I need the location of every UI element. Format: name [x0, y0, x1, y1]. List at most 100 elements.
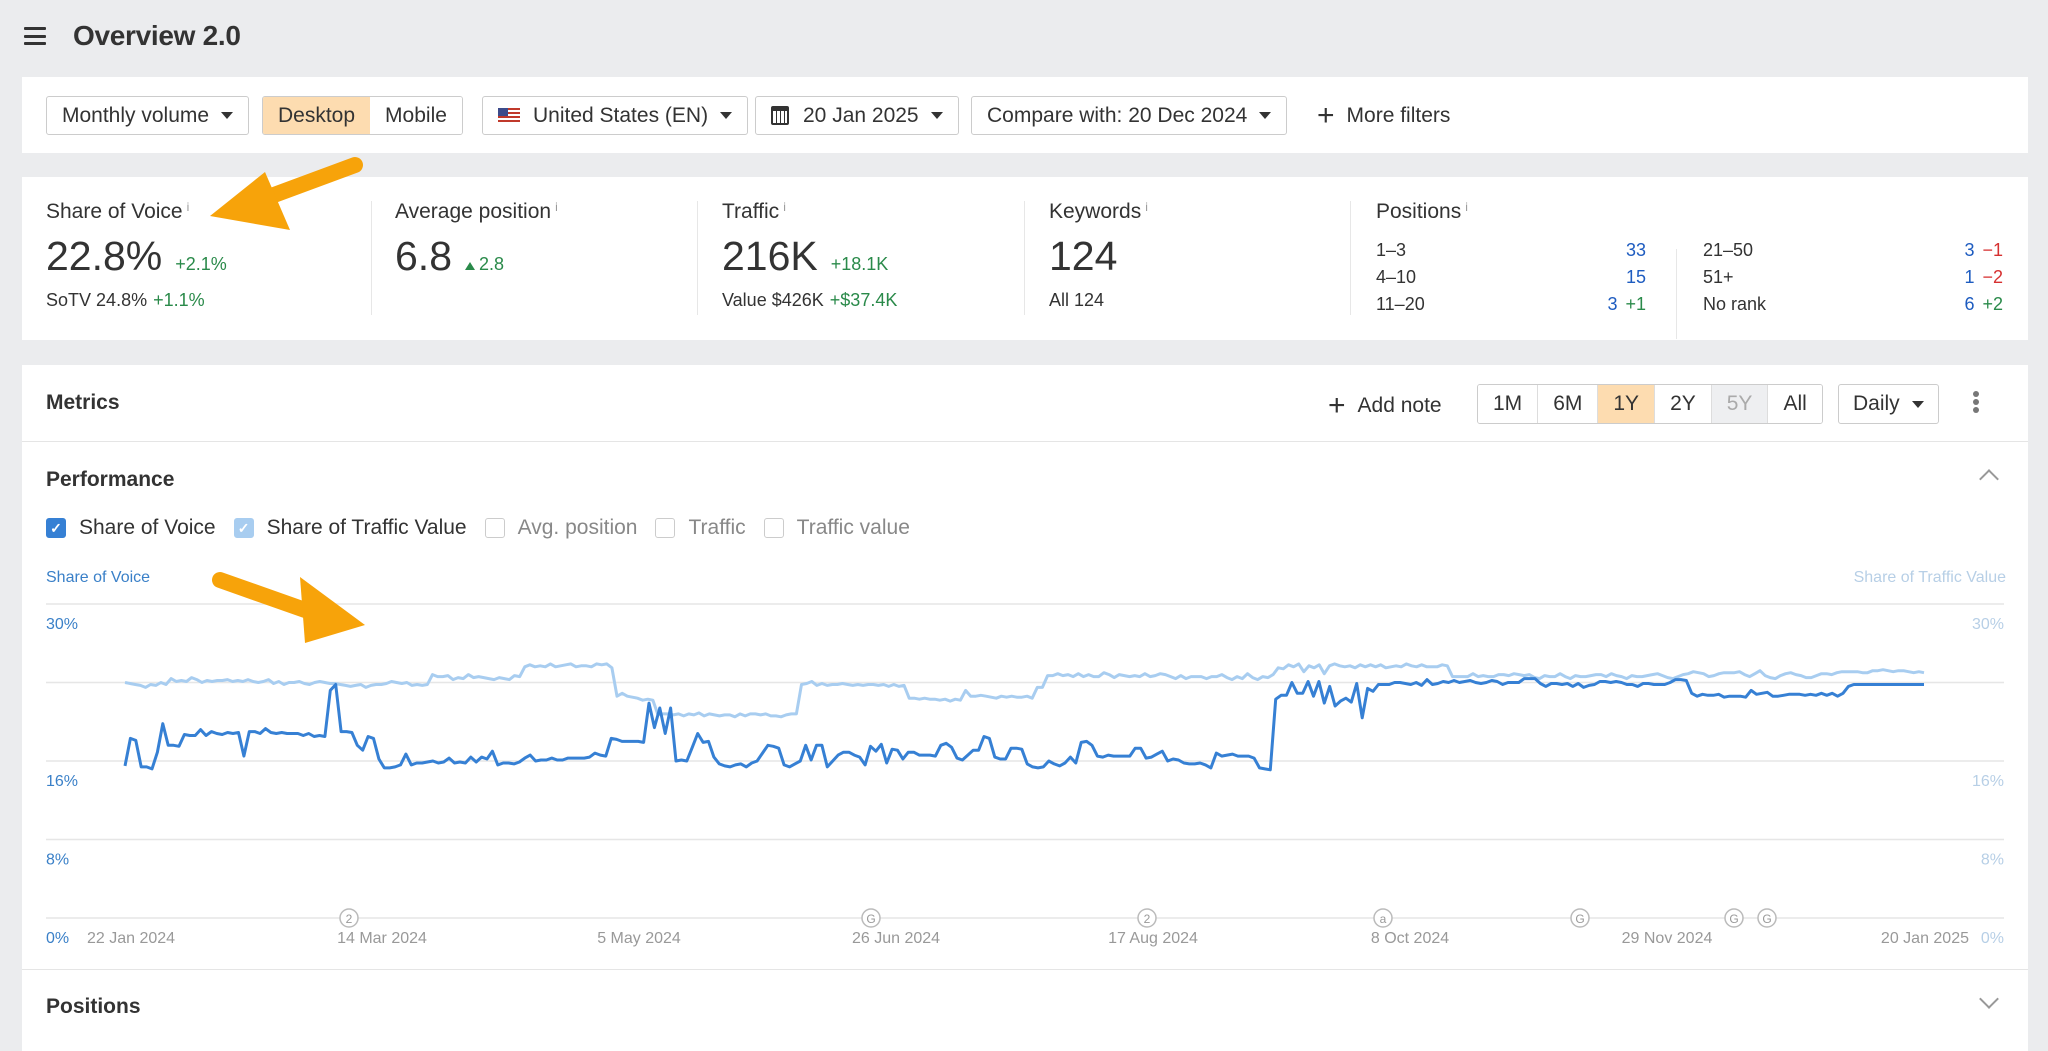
y-tick-label-left: 0%: [46, 930, 69, 947]
kpi-average-position: Average position i 6.8 2.8: [395, 200, 558, 280]
position-row: 1–3 33: [1376, 237, 1646, 264]
x-tick-label: 14 Mar 2024: [337, 930, 427, 947]
position-count[interactable]: 33: [1626, 240, 1646, 261]
positions-right-column: 21–50 3 −1 51+ 1 −2 No rank 6 +2: [1703, 237, 2003, 318]
kpi-value: 6.8: [395, 233, 452, 279]
caret-down-icon: [930, 112, 943, 119]
triangle-up-icon: [465, 262, 475, 270]
x-tick-label: 17 Aug 2024: [1108, 930, 1198, 947]
position-delta: +1: [1625, 294, 1646, 314]
kpi-sub-label: SoTV: [46, 290, 92, 310]
position-count[interactable]: 6: [1964, 294, 1974, 315]
divider: [1676, 249, 1677, 339]
position-count[interactable]: 3: [1607, 294, 1617, 315]
y-tick-label-right: 16%: [1972, 773, 2004, 790]
more-filters-button[interactable]: + More filters: [1317, 96, 1450, 135]
kpi-delta: +18.1K: [830, 254, 889, 274]
position-range: 1–3: [1376, 240, 1407, 260]
compare-label: Compare with: 20 Dec 2024: [987, 103, 1248, 127]
kpi-sub-delta: +1.1%: [153, 290, 205, 310]
annotation-marker-label: a: [1380, 912, 1387, 926]
annotation-marker-label: G: [1762, 912, 1771, 926]
position-row: 51+ 1 −2: [1703, 264, 2003, 291]
caret-down-icon: [221, 112, 234, 119]
kpi-traffic: Traffic i 216K +18.1K Value $426K +$37.4K: [722, 200, 897, 311]
y-tick-label-right: 0%: [1981, 930, 2004, 947]
filter-bar: Monthly volume Desktop Mobile United Sta…: [22, 77, 2028, 153]
info-icon[interactable]: i: [187, 200, 190, 214]
y-tick-label-right: 30%: [1972, 616, 2004, 633]
x-tick-label: 20 Jan 2025: [1881, 930, 1969, 947]
info-icon[interactable]: i: [1465, 200, 1468, 214]
caret-down-icon: [720, 112, 733, 119]
annotation-marker-label: 2: [1144, 912, 1151, 926]
top-bar: Overview 2.0: [0, 0, 2048, 74]
kpi-sub-label: All: [1049, 290, 1070, 310]
kpi-value: 216K: [722, 233, 818, 279]
kpi-delta: 2.8: [465, 254, 504, 275]
volume-label: Monthly volume: [62, 103, 210, 127]
annotation-marker-label: G: [866, 912, 875, 926]
position-range: 11–20: [1376, 294, 1425, 314]
divider: [697, 201, 698, 315]
position-count[interactable]: 15: [1626, 267, 1646, 288]
series-line-share-of-voice: [123, 677, 1924, 772]
kpi-sub-value: 24.8%: [96, 290, 148, 310]
plus-icon: +: [1317, 98, 1335, 132]
date-label: 20 Jan 2025: [803, 103, 919, 127]
kpi-panel: Share of Voice i 22.8% +2.1% SoTV 24.8% +1.…: [22, 177, 2028, 340]
position-range: 21–50: [1703, 240, 1754, 260]
info-icon[interactable]: i: [555, 200, 558, 214]
more-filters-label: More filters: [1346, 103, 1451, 127]
kpi-title: Keywords: [1049, 200, 1142, 223]
positions-left-column: 1–3 33 4–10 15 11–20 3 +1: [1376, 237, 1646, 318]
country-label: United States (EN): [533, 103, 709, 127]
annotation-marker-label: 2: [346, 912, 353, 926]
kpi-title: Average position: [395, 200, 552, 223]
kpi-title: Traffic: [722, 200, 780, 223]
kpi-value: 124: [1049, 233, 1118, 279]
kpi-keywords: Keywords i 124 All 124: [1049, 200, 1148, 311]
annotation-marker-label: G: [1729, 912, 1738, 926]
position-count[interactable]: 3: [1964, 240, 1974, 261]
info-icon[interactable]: i: [1145, 200, 1148, 214]
x-tick-label: 22 Jan 2024: [87, 930, 175, 947]
performance-chart: 0% 8% 8% 16% 16% 30% 30% 0% 22 Jan 2024 14 Mar 20…: [46, 603, 2004, 947]
compare-dropdown[interactable]: Compare with: 20 Dec 2024: [971, 96, 1288, 135]
position-delta: −2: [1982, 267, 2003, 287]
position-count[interactable]: 1: [1964, 267, 1974, 288]
info-icon[interactable]: i: [783, 200, 786, 214]
caret-down-icon: [1259, 112, 1272, 119]
kpi-title: Positions: [1376, 200, 1462, 223]
hamburger-icon[interactable]: [24, 27, 46, 45]
kpi-sub-delta: +$37.4K: [829, 290, 898, 310]
page-title: Overview 2.0: [73, 20, 241, 51]
country-dropdown[interactable]: United States (EN): [482, 96, 749, 135]
kpi-sub-value: $426K: [771, 290, 824, 310]
calendar-icon: [771, 106, 789, 125]
x-tick-label: 5 May 2024: [597, 930, 681, 947]
position-delta: −1: [1982, 240, 2003, 260]
divider: [22, 969, 2028, 970]
positions-section-title: Positions: [46, 995, 141, 1018]
divider: [371, 201, 372, 315]
position-range: No rank: [1703, 294, 1767, 314]
date-dropdown[interactable]: 20 Jan 2025: [755, 96, 959, 135]
device-desktop-button[interactable]: Desktop: [263, 97, 371, 134]
divider: [1350, 201, 1351, 315]
position-range: 51+: [1703, 267, 1734, 287]
us-flag-icon: [498, 108, 520, 123]
volume-dropdown[interactable]: Monthly volume: [46, 96, 250, 135]
metrics-panel: Metrics + Add note 1M 6M 1Y 2Y 5Y All Da…: [22, 365, 2028, 1051]
y-tick-label-left: 8%: [46, 852, 69, 869]
y-tick-label-left: 30%: [46, 616, 78, 633]
position-row: 4–10 15: [1376, 264, 1646, 291]
x-tick-label: 26 Jun 2024: [852, 930, 940, 947]
device-mobile-button[interactable]: Mobile: [370, 97, 462, 134]
kpi-delta-value: 2.8: [479, 254, 505, 274]
kpi-positions: Positions i: [1376, 200, 1468, 224]
kpi-title: Share of Voice: [46, 200, 183, 223]
x-tick-label: 29 Nov 2024: [1622, 930, 1713, 947]
x-tick-label: 8 Oct 2024: [1371, 930, 1449, 947]
divider: [1024, 201, 1025, 315]
